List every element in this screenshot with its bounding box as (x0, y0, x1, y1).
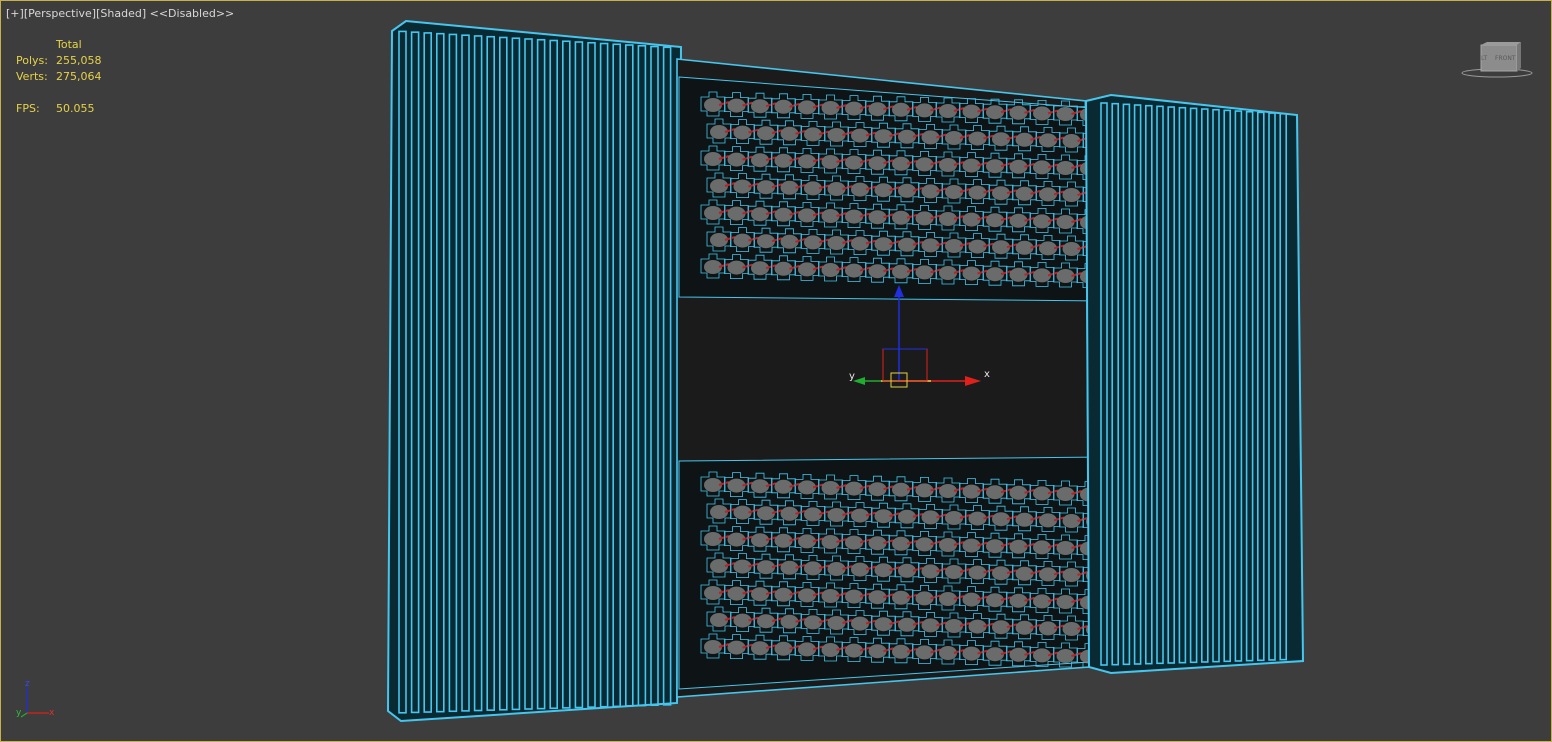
scene-canvas[interactable]: x y (1, 1, 1551, 741)
perspective-viewport[interactable]: x y [+][Perspective][Shaded] <<Disabled>… (0, 0, 1552, 742)
viewcube[interactable]: LT FRONT (1461, 41, 1533, 81)
viewport-menu-plus[interactable]: [+] (6, 7, 24, 20)
viewcube-front-face: FRONT (1495, 55, 1516, 62)
fps-label: FPS: (16, 102, 40, 115)
viewcube-left-face: LT (1481, 55, 1488, 62)
left-door-panel[interactable] (386, 19, 683, 723)
verts-label: Verts: (16, 70, 48, 83)
fps-value: 50.055 (56, 102, 95, 115)
stats-header: Total (56, 38, 82, 51)
polys-value: 255,058 (56, 54, 102, 67)
viewport-point-of-view-menu[interactable]: [Perspective] (24, 7, 96, 20)
verts-value: 275,064 (56, 70, 102, 83)
viewport-shading-menu[interactable]: [Shaded] (96, 7, 146, 20)
gizmo-x-label: x (984, 369, 990, 380)
lower-bottle-rack[interactable] (678, 456, 1112, 690)
tripod-z-label: z (25, 679, 30, 689)
gizmo-y-label: y (849, 371, 855, 382)
axis-tripod-icon: z y x (16, 679, 55, 718)
tripod-x-label: x (49, 708, 55, 718)
upper-bottle-rack[interactable] (678, 76, 1112, 302)
viewport-status[interactable]: <<Disabled>> (150, 7, 235, 20)
tripod-y-label: y (16, 708, 22, 718)
viewport-label: [+][Perspective][Shaded] <<Disabled>> (6, 7, 234, 20)
statistics-overlay: Total Polys: 255,058 Verts: 275,064 FPS: 50… (16, 37, 102, 117)
polys-label: Polys: (16, 54, 48, 67)
right-door-panel[interactable] (1084, 93, 1305, 675)
